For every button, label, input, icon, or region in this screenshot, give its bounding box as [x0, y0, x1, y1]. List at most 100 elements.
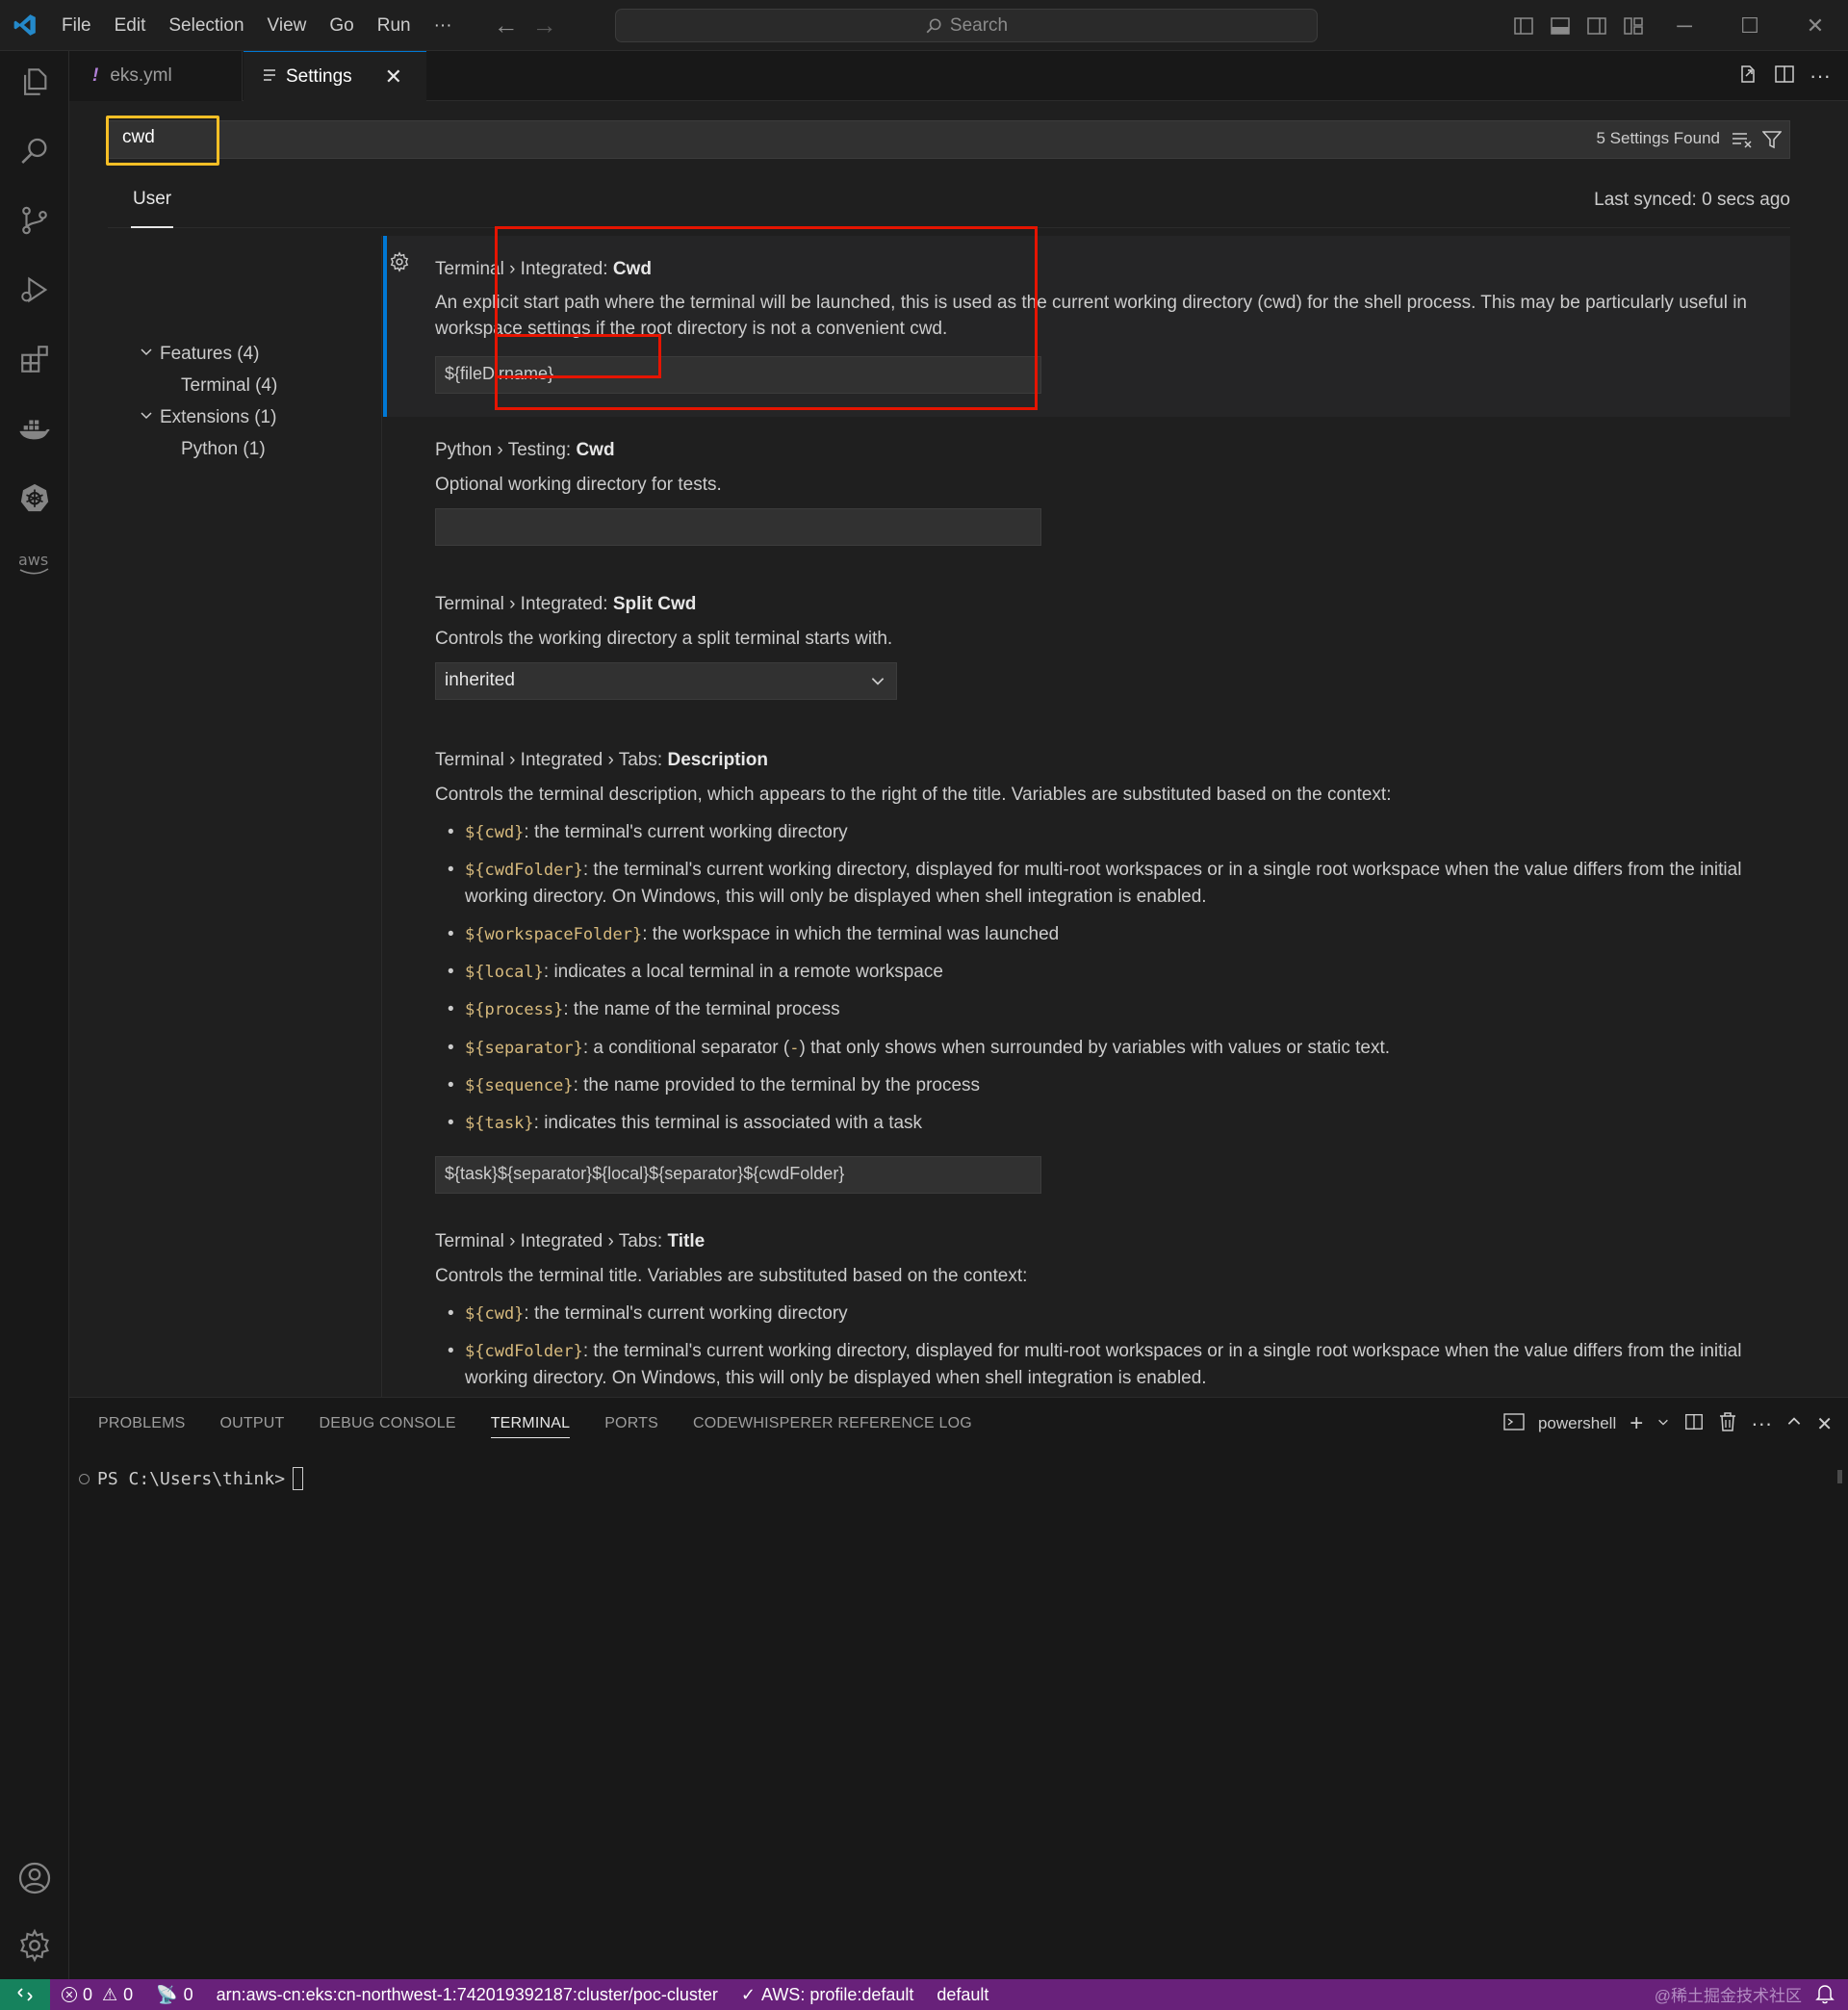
toggle-primary-sidebar-icon[interactable] [1505, 0, 1542, 51]
chevron-down-icon [869, 672, 886, 695]
aws-icon[interactable]: aws [0, 532, 69, 594]
explorer-icon[interactable] [0, 51, 69, 113]
settings-editor: cwd 5 Settings Found User Last synced: 0… [69, 101, 1848, 1397]
menu-view[interactable]: View [256, 0, 319, 51]
setting-gear-icon[interactable] [389, 251, 410, 277]
maximize-icon[interactable]: ☐ [1717, 0, 1783, 51]
menu-file[interactable]: File [50, 0, 103, 51]
eks-cluster-status[interactable]: arn:aws-cn:eks:cn-northwest-1:7420193921… [205, 1985, 730, 2005]
tab-problems[interactable]: PROBLEMS [98, 1398, 186, 1450]
check-icon: ✓ [740, 1984, 756, 2004]
menu-edit[interactable]: Edit [103, 0, 158, 51]
menu-go[interactable]: Go [318, 0, 365, 51]
variable-code: ${cwdFolder} [465, 1342, 583, 1361]
tab-codewhisperer-log[interactable]: CODEWHISPERER REFERENCE LOG [693, 1398, 972, 1450]
close-window-icon[interactable]: ✕ [1783, 0, 1848, 51]
more-actions-icon[interactable]: ··· [1751, 1411, 1772, 1436]
toggle-secondary-sidebar-icon[interactable] [1578, 0, 1615, 51]
setting-terminal-split-cwd: Terminal › Integrated: Split Cwd Control… [383, 571, 1790, 727]
svg-text:aws: aws [18, 551, 48, 569]
open-settings-json-icon[interactable] [1736, 63, 1759, 90]
terminal-prompt[interactable]: PS C:\Users\think> [79, 1467, 304, 1490]
setting-value-input[interactable]: ${task}${separator}${local}${separator}$… [435, 1156, 1041, 1194]
variable-desc: : the workspace in which the terminal wa… [642, 924, 1060, 944]
warning-count: 0 [123, 1984, 134, 2004]
new-terminal-icon[interactable]: + [1630, 1410, 1643, 1437]
list-item: ${sequence}: the name provided to the te… [448, 1072, 1793, 1099]
more-actions-icon[interactable]: ··· [1810, 64, 1831, 89]
tab-debug-console[interactable]: DEBUG CONSOLE [320, 1398, 456, 1450]
variable-desc: : the name provided to the terminal by t… [573, 1075, 981, 1095]
setting-value-input[interactable] [435, 508, 1041, 546]
setting-category: Terminal › Integrated › Tabs: [435, 750, 668, 770]
chevron-down-icon[interactable] [1656, 1414, 1670, 1433]
filter-icon[interactable] [1761, 130, 1783, 154]
tab-output[interactable]: OUTPUT [220, 1398, 285, 1450]
back-arrow-icon[interactable]: ← [487, 11, 526, 40]
extensions-icon[interactable] [0, 328, 69, 390]
accounts-icon[interactable] [0, 1847, 69, 1909]
menu-more[interactable]: ··· [423, 0, 464, 51]
minimize-icon[interactable]: ─ [1652, 0, 1717, 51]
close-panel-icon[interactable]: ✕ [1816, 1412, 1833, 1436]
manage-gear-icon[interactable] [0, 1915, 69, 1976]
setting-title: Terminal › Integrated: Split Cwd [435, 594, 696, 615]
list-item: ${workspaceFolder}: the workspace in whi… [448, 921, 1793, 948]
split-terminal-icon[interactable] [1683, 1411, 1705, 1437]
tab-label: eks.yml [110, 65, 172, 86]
last-synced-label: Last synced: 0 secs ago [1594, 190, 1790, 210]
list-item: ${cwd}: the terminal's current working d… [448, 1301, 1793, 1327]
toggle-panel-icon[interactable] [1542, 0, 1578, 51]
warning-badge: ! [92, 65, 99, 86]
tab-user[interactable]: User [131, 178, 174, 228]
vscode-logo-icon [0, 0, 50, 51]
variable-desc: : indicates a local terminal in a remote… [543, 962, 943, 982]
toc-terminal[interactable]: Terminal (4) [181, 375, 277, 397]
command-center-search[interactable]: Search [615, 9, 1318, 42]
remote-indicator-icon[interactable] [0, 1979, 50, 2010]
tab-settings[interactable]: Settings ✕ [244, 51, 426, 101]
tab-eks-yml[interactable]: ! eks.yml [69, 51, 243, 101]
toc-extensions[interactable]: Extensions (1) [139, 407, 276, 428]
kubernetes-icon[interactable] [0, 467, 69, 528]
toc-features[interactable]: Features (4) [139, 344, 259, 365]
customize-layout-icon[interactable] [1615, 0, 1652, 51]
docker-icon[interactable] [0, 398, 69, 459]
setting-value-select[interactable]: inherited [435, 662, 897, 700]
search-sidebar-icon[interactable] [0, 120, 69, 182]
ports-status[interactable]: 📡 0 [144, 1985, 204, 2005]
focus-indicator [383, 236, 387, 417]
setting-category: Python › Testing: [435, 440, 577, 460]
list-item: ${separator}: a conditional separator (-… [448, 1035, 1793, 1062]
toc-python[interactable]: Python (1) [181, 439, 266, 460]
prompt-text: PS C:\Users\think> [97, 1468, 286, 1489]
variable-code: ${workspaceFolder} [465, 925, 643, 944]
notifications-bell-icon[interactable] [1815, 1983, 1835, 2009]
menu-run[interactable]: Run [366, 0, 423, 51]
terminal-shell-name[interactable]: powershell [1538, 1414, 1616, 1433]
namespace-status[interactable]: default [925, 1985, 1000, 2005]
toc-label: Terminal (4) [181, 375, 278, 396]
tab-ports[interactable]: PORTS [604, 1398, 658, 1450]
run-debug-icon[interactable] [0, 259, 69, 321]
terminal-scrollbar[interactable] [1837, 1470, 1842, 1483]
aws-profile-status[interactable]: ✓ AWS: profile:default [730, 1985, 926, 2005]
variable-code: ${cwd} [465, 1304, 525, 1324]
forward-arrow-icon[interactable]: → [526, 11, 564, 40]
trash-icon[interactable] [1718, 1411, 1737, 1437]
settings-tab-icon [263, 66, 276, 88]
chevron-down-icon [139, 344, 154, 365]
clear-filter-icon[interactable] [1732, 130, 1753, 154]
close-tab-icon[interactable]: ✕ [385, 64, 402, 90]
source-control-icon[interactable] [0, 190, 69, 251]
error-icon: ✕ [62, 1987, 77, 2002]
menu-selection[interactable]: Selection [157, 0, 255, 51]
toc-label: Features (4) [160, 344, 260, 364]
activity-bar: aws [0, 51, 69, 1979]
problems-status[interactable]: ✕ 0 ⚠ 0 [50, 1985, 144, 2005]
variable-code: ${cwd} [465, 823, 525, 842]
maximize-panel-icon[interactable] [1785, 1413, 1803, 1435]
tab-terminal[interactable]: TERMINAL [490, 1398, 571, 1450]
settings-search-bar[interactable]: cwd 5 Settings Found [108, 120, 1790, 159]
split-editor-icon[interactable] [1773, 63, 1796, 90]
